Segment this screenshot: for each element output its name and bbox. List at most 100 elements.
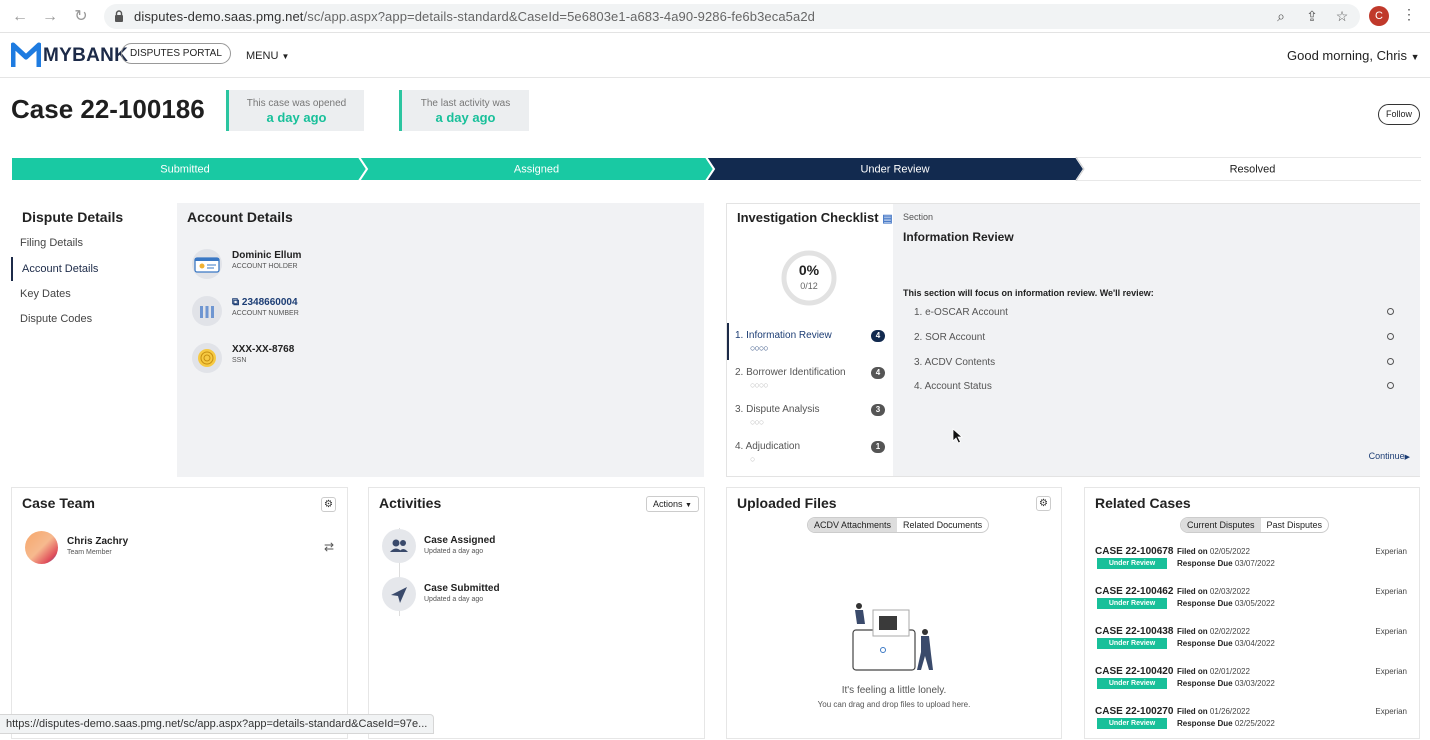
menu-button[interactable]: MENU ▼ — [246, 50, 289, 62]
review-item-4-radio[interactable] — [1387, 382, 1394, 389]
review-item-1-radio[interactable] — [1387, 308, 1394, 315]
response-due: Response Due 03/04/2022 — [1177, 639, 1275, 648]
nav-account-details[interactable]: Account Details — [22, 263, 98, 275]
forward-icon[interactable]: → — [40, 7, 60, 27]
caret-down-icon: ▼ — [1410, 52, 1420, 62]
reload-icon[interactable]: ↻ — [71, 7, 91, 27]
bureau: Experian — [1375, 667, 1407, 676]
checklist-fraction: 0/12 — [800, 281, 818, 291]
last-activity-box: The last activity was a day ago — [399, 90, 529, 131]
related-case-id[interactable]: CASE 22-100678 — [1095, 546, 1173, 557]
status-badge: Under Review — [1097, 638, 1167, 649]
section-title: Information Review — [903, 230, 1014, 244]
account-details-title: Account Details — [187, 209, 293, 225]
due-date: 02/25/2022 — [1234, 719, 1275, 728]
user-menu[interactable]: Good morning, Chris ▼ — [1287, 48, 1420, 63]
checklist-section-detail: Section Information Review This section … — [893, 204, 1420, 476]
tab-related-documents[interactable]: Related Documents — [897, 518, 988, 532]
section-3-dots: ○○○ — [750, 417, 764, 427]
tab-current-disputes[interactable]: Current Disputes — [1181, 518, 1261, 532]
section-2-dots: ○○○○ — [750, 380, 769, 390]
tab-past-disputes[interactable]: Past Disputes — [1261, 518, 1329, 532]
due-label: Response Due — [1177, 719, 1233, 728]
upload-settings-icon[interactable]: ⚙ — [1036, 496, 1051, 511]
logo-text: MYBANK — [43, 45, 129, 66]
filed-date: 02/01/2022 — [1209, 667, 1250, 676]
review-item-3[interactable]: 3. ACDV Contents — [914, 357, 1394, 368]
url-host: disputes-demo.saas.pmg.net — [134, 9, 304, 24]
tab-acdv-attachments[interactable]: ACDV Attachments — [808, 518, 898, 532]
last-activity-value: a day ago — [435, 110, 496, 125]
review-item-1-label: 1. e-OSCAR Account — [914, 307, 1008, 318]
caret-right-icon: ▶ — [1404, 454, 1410, 461]
related-case-row[interactable]: CASE 22-100420 Under Review Filed on 02/01… — [1095, 666, 1407, 700]
review-item-4[interactable]: 4. Account Status — [914, 381, 1394, 392]
follow-button[interactable]: Follow — [1378, 104, 1420, 125]
actions-dropdown[interactable]: Actions ▼ — [646, 496, 699, 512]
related-case-row[interactable]: CASE 22-100270 Under Review Filed on 01/26… — [1095, 706, 1407, 740]
status-bar-url: https://disputes-demo.saas.pmg.net/sc/ap… — [0, 714, 435, 734]
browser-menu-icon[interactable]: ⋮ — [1402, 6, 1416, 23]
nav-key-dates[interactable]: Key Dates — [20, 288, 71, 300]
ssn-value: XXX-XX-8768 — [232, 344, 295, 355]
browser-toolbar: ← → ↻ disputes-demo.saas.pmg.net/sc/app.… — [0, 0, 1430, 33]
nav-filing-details[interactable]: Filing Details — [20, 237, 83, 249]
activity-1-title: Case Assigned — [424, 535, 496, 546]
zoom-icon[interactable]: ⌕ — [1271, 6, 1291, 26]
nav-dispute-codes[interactable]: Dispute Codes — [20, 313, 92, 325]
app-header: MYBANK DISPUTES PORTAL MENU ▼ Good morni… — [0, 34, 1430, 78]
status-badge: Under Review — [1097, 718, 1167, 729]
checklist-title-text: Investigation Checklist — [737, 210, 879, 225]
bookmark-star-icon[interactable]: ☆ — [1332, 6, 1352, 26]
review-item-2[interactable]: 2. SOR Account — [914, 332, 1394, 343]
case-opened-value: a day ago — [266, 110, 327, 125]
progress-ring — [781, 250, 837, 306]
bureau: Experian — [1375, 547, 1407, 556]
share-icon[interactable]: ⇪ — [1302, 6, 1322, 26]
related-case-id[interactable]: CASE 22-100420 — [1095, 666, 1173, 677]
account-number-label: ACCOUNT NUMBER — [232, 310, 299, 317]
review-item-3-radio[interactable] — [1387, 358, 1394, 365]
bureau: Experian — [1375, 587, 1407, 596]
checklist-section-2[interactable]: 2. Borrower Identification 4 ○○○○ — [735, 367, 885, 390]
related-tab-group: Current Disputes Past Disputes — [1180, 517, 1330, 533]
caret-down-icon: ▼ — [685, 502, 692, 509]
activity-2-title: Case Submitted — [424, 583, 500, 594]
filed-on: Filed on 01/26/2022 — [1177, 707, 1250, 716]
back-icon[interactable]: ← — [10, 7, 30, 27]
related-case-row[interactable]: CASE 22-100438 Under Review Filed on 02/02… — [1095, 626, 1407, 660]
due-label: Response Due — [1177, 599, 1233, 608]
section-4-label: 4. Adjudication — [735, 441, 801, 452]
bureau: Experian — [1375, 707, 1407, 716]
review-item-1[interactable]: 1. e-OSCAR Account — [914, 307, 1394, 318]
dispute-details-title: Dispute Details — [22, 209, 124, 225]
related-case-id[interactable]: CASE 22-100438 — [1095, 626, 1173, 637]
id-card-icon — [192, 249, 222, 279]
related-case-row[interactable]: CASE 22-100462 Under Review Filed on 02/03… — [1095, 586, 1407, 620]
url-text: disputes-demo.saas.pmg.net/sc/app.aspx?a… — [134, 9, 815, 24]
profile-avatar[interactable]: C — [1369, 6, 1389, 26]
related-case-id[interactable]: CASE 22-100462 — [1095, 586, 1173, 597]
case-team-title: Case Team — [22, 495, 95, 511]
checklist-section-3[interactable]: 3. Dispute Analysis 3 ○○○ — [735, 404, 885, 427]
checklist-section-4[interactable]: 4. Adjudication 1 ○ — [735, 441, 885, 464]
related-case-row[interactable]: CASE 22-100678 Under Review Filed on 02/05… — [1095, 546, 1407, 580]
account-number-link[interactable]: ⧉ 2348660004 — [232, 297, 298, 308]
section-1-label: 1. Information Review — [735, 330, 832, 341]
review-item-2-radio[interactable] — [1387, 333, 1394, 340]
caret-down-icon: ▼ — [281, 52, 290, 61]
ssn-label: SSN — [232, 357, 247, 364]
swap-icon[interactable]: ⇄ — [324, 540, 334, 554]
last-activity-label: The last activity was — [420, 98, 511, 109]
filed-date: 01/26/2022 — [1209, 707, 1250, 716]
continue-link[interactable]: Continue▶ — [1369, 451, 1410, 461]
related-case-id[interactable]: CASE 22-100270 — [1095, 706, 1173, 717]
address-bar[interactable]: disputes-demo.saas.pmg.net/sc/app.aspx?a… — [104, 4, 1360, 29]
account-details-panel: Account Details Dominic Ellum ACCOUNT HO… — [177, 203, 704, 477]
related-cases-title: Related Cases — [1095, 495, 1191, 511]
section-1-dots: ○○○○ — [750, 343, 769, 353]
case-progress: Submitted Assigned Under Review Resolved — [11, 157, 1421, 181]
checklist-section-1[interactable]: 1. Information Review 4 ○○○○ — [735, 330, 885, 353]
case-team-settings-icon[interactable]: ⚙ — [321, 497, 336, 512]
filed-label: Filed on — [1177, 627, 1208, 636]
